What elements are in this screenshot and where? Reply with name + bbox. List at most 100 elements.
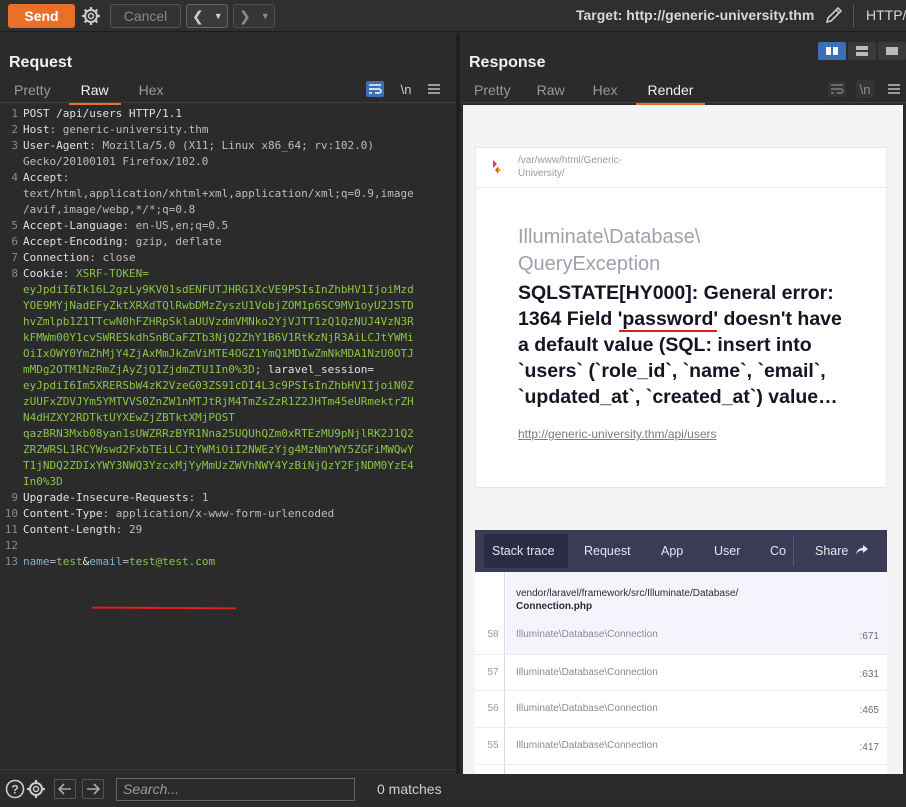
code-token: Accept: [23, 171, 63, 184]
stack-frame[interactable]: 56 Illuminate\Database\Connection :465: [475, 691, 887, 728]
stack-frame[interactable]: 57 Illuminate\Database\Connection :631: [475, 654, 887, 691]
share-button[interactable]: Share: [815, 544, 848, 558]
code-token: Cookie: [23, 267, 63, 280]
code-token: kFMWm00Y1cvSWRESkdhSnBCaFZTb3NjQ2ZhY1B6V…: [23, 331, 414, 344]
line-number: 12: [4, 539, 18, 552]
tab-stack-trace[interactable]: Stack trace: [492, 544, 555, 558]
code-token: In0%3D: [23, 475, 63, 488]
forward-history-button[interactable]: ❯ ▼: [233, 4, 275, 28]
layout-stacked-icon[interactable]: [848, 42, 876, 60]
word-wrap-icon[interactable]: [366, 81, 384, 97]
frame-file-path[interactable]: vendor/laravel/framework/src/Illuminate/…: [516, 587, 738, 613]
line-number: 7: [11, 251, 18, 264]
back-history-button[interactable]: ❮ ▼: [186, 4, 228, 28]
line-content: kFMWm00Y1cvSWRESkdhSnBCaFZTb3NjQ2ZhY1B6V…: [23, 330, 414, 346]
line-content: Accept-Encoding: gzip, deflate: [23, 234, 222, 250]
tab-pretty[interactable]: Pretty: [14, 80, 51, 102]
send-button[interactable]: Send: [8, 4, 75, 28]
search-footer: ? Search... 0 matches: [0, 769, 456, 807]
tab-hex[interactable]: Hex: [139, 80, 164, 102]
code-token: ;: [254, 363, 269, 376]
tab-pretty[interactable]: Pretty: [474, 80, 511, 102]
search-input[interactable]: Search...: [116, 778, 355, 801]
line-content: User-Agent: Mozilla/5.0 (X11; Linux x86_…: [23, 138, 374, 154]
help-icon[interactable]: ?: [5, 779, 25, 799]
show-newlines-icon[interactable]: \n: [856, 80, 874, 98]
code-token: : 29: [115, 523, 143, 536]
code-token: Upgrade-Insecure-Requests: [23, 491, 189, 504]
code-token: Connection: [23, 251, 90, 264]
tab-hex[interactable]: Hex: [593, 80, 618, 102]
tab-render[interactable]: Render: [635, 80, 706, 105]
code-token: laravel_session=: [268, 363, 375, 376]
line-content: Content-Length: 29: [23, 522, 142, 538]
target-label: Target: http://generic-university.thm: [576, 7, 815, 23]
code-token: POST /api/users HTTP/1.1: [23, 107, 182, 120]
exception-card: /var/www/html/Generic- University/ Illumi…: [475, 147, 887, 488]
password-field-highlight: 'password': [617, 308, 719, 330]
cancel-button[interactable]: Cancel: [110, 4, 181, 28]
response-tabs: Pretty Raw Hex Render: [474, 80, 706, 105]
menu-icon[interactable]: [886, 81, 902, 97]
line-number: 4: [11, 171, 18, 184]
line-content: eyJpdiI6Ik16L2gzLy9KV01sdENFUTJHRG1XcVE9…: [23, 282, 414, 298]
line-content: Gecko/20100101 Firefox/102.0: [23, 154, 208, 170]
code-token: : Mozilla/5.0 (X11; Linux x86_64; rv:102…: [89, 139, 375, 152]
stack-frame[interactable]: 55 Illuminate\Database\Connection :417: [475, 728, 887, 765]
line-number: 9: [11, 491, 18, 504]
code-token: =: [122, 555, 129, 568]
line-number: 10: [4, 507, 18, 520]
edit-pencil-icon[interactable]: [824, 5, 844, 30]
layout-side-by-side-icon[interactable]: [818, 42, 846, 60]
next-match-arrow-icon[interactable]: [82, 779, 104, 799]
line-number: 1: [11, 107, 18, 120]
annotation-underline-password: [619, 330, 717, 332]
line-content: hvZmlpb1Z1TTcwN0hFZHRpSklaUUVzdmVMNko2Yj…: [23, 314, 414, 330]
line-number: 5: [11, 219, 18, 232]
word-wrap-icon[interactable]: [828, 81, 846, 97]
exception-class: Illuminate\Database\ QueryException: [518, 226, 701, 275]
menu-icon[interactable]: [426, 81, 442, 97]
line-number: 6: [11, 235, 18, 248]
request-title: Request: [9, 54, 73, 71]
http-version-label[interactable]: HTTP/: [866, 7, 906, 23]
layout-tabs-icon[interactable]: [878, 42, 906, 60]
code-token: N4dHZXY2RDTktUYXEwZjZBTktXMjPOST: [23, 411, 235, 424]
code-token: /avif,image/webp,*/*;q=0.8: [23, 203, 196, 216]
code-token: zUUFxZDVJYm5YMTVVS0ZnZW1nMTJtRjM4TmZsZzR…: [23, 395, 414, 408]
show-newlines-icon[interactable]: \n: [398, 80, 414, 98]
code-token: email: [89, 555, 123, 568]
code-token: User-Agent: [23, 139, 90, 152]
line-content: Accept:: [23, 170, 69, 186]
code-token: :: [62, 171, 70, 184]
code-token: : en-US,en;q=0.5: [122, 219, 229, 232]
code-token: test@test.com: [129, 555, 216, 568]
tab-raw[interactable]: Raw: [68, 80, 121, 105]
stack-frame[interactable]: 58 Illuminate\Database\Connection :671: [475, 617, 887, 654]
code-token: : 1: [188, 491, 209, 504]
code-token: eyJpdiI6Ik16L2gzLy9KV01sdENFUTJHRG1XcVE9…: [23, 283, 414, 296]
request-panel: Request Pretty Raw Hex \n 1 POST /api/use…: [0, 33, 456, 807]
code-token: qazBRN3Mxb08yan1sUWZRRzBYR1Nna25UQUhQZm0…: [23, 427, 414, 440]
request-url-link[interactable]: http://generic-university.thm/api/users: [518, 427, 717, 441]
tab-user[interactable]: User: [714, 544, 740, 558]
tab-raw[interactable]: Raw: [537, 80, 565, 102]
code-token: Gecko/20100101 Firefox/102.0: [23, 155, 209, 168]
exception-message: SQLSTATE[HY000]: General error: 1364 Fie…: [518, 282, 842, 408]
stack-frames: vendor/laravel/framework/src/Illuminate/…: [475, 572, 887, 774]
tab-app[interactable]: App: [661, 544, 683, 558]
previous-match-arrow-icon[interactable]: [54, 779, 76, 799]
settings-gear-icon[interactable]: [80, 5, 102, 27]
line-content: name=test&email=test@test.com: [23, 554, 215, 570]
line-content: Connection: close: [23, 250, 136, 266]
line-content: /avif,image/webp,*/*;q=0.8: [23, 202, 195, 218]
app-path: /var/www/html/Generic- University/: [518, 155, 622, 179]
search-settings-gear-icon[interactable]: [26, 779, 46, 799]
stack-trace-panel: Stack trace Request App User Co Share ve…: [475, 530, 887, 774]
code-token: ZRZWRSL1RCYWswd2FxbTEiLCJtYWMiOiI2NWEzYj…: [23, 443, 414, 456]
line-content: eyJpdiI6Im5XRERSbW4zK2VzeG03ZS91cDI4L3c9…: [23, 378, 414, 394]
tab-context[interactable]: Co: [770, 544, 786, 558]
share-arrow-icon[interactable]: [855, 543, 869, 561]
request-editor[interactable]: 1 POST /api/users HTTP/1.1 2 Host: generic-…: [0, 104, 456, 714]
tab-request[interactable]: Request: [584, 544, 631, 558]
